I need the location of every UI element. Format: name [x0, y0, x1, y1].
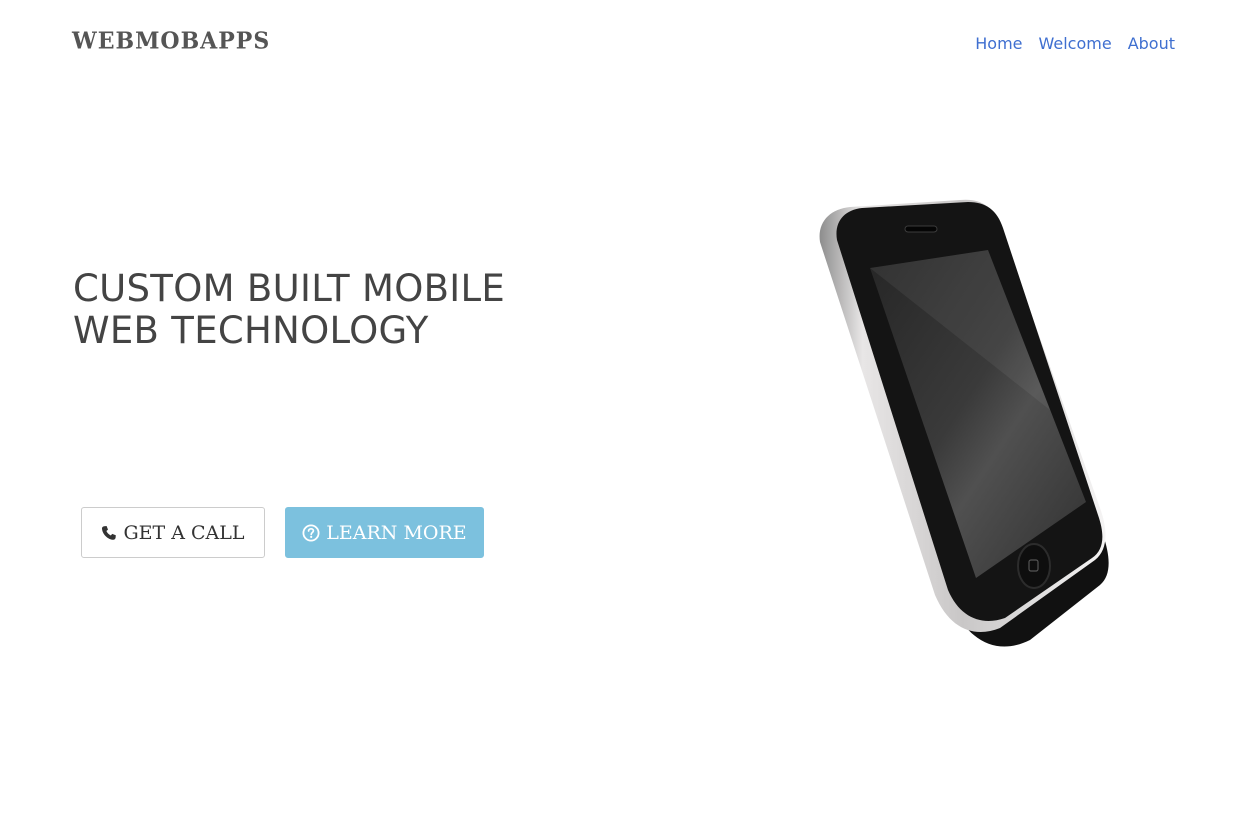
learn-more-button[interactable]: LEARN MORE [285, 507, 484, 558]
question-circle-icon [302, 524, 320, 542]
get-a-call-button[interactable]: GET A CALL [81, 507, 265, 558]
nav-home-link[interactable]: Home [975, 34, 1022, 53]
nav-about-link[interactable]: About [1128, 34, 1175, 53]
brand-logo[interactable]: WEBMOBAPPS [72, 27, 270, 54]
learn-more-label: LEARN MORE [326, 521, 467, 544]
nav-welcome-link[interactable]: Welcome [1039, 34, 1112, 53]
hero-headline-line1: CUSTOM BUILT MOBILE [73, 267, 506, 310]
get-a-call-label: GET A CALL [123, 521, 245, 544]
hero-headline: CUSTOM BUILT MOBILE WEB TECHNOLOGY [73, 268, 505, 352]
main-nav: Home Welcome About [975, 34, 1175, 53]
phone-icon [101, 525, 117, 541]
hero-headline-line2: WEB TECHNOLOGY [73, 309, 429, 352]
smartphone-illustration [800, 190, 1130, 660]
